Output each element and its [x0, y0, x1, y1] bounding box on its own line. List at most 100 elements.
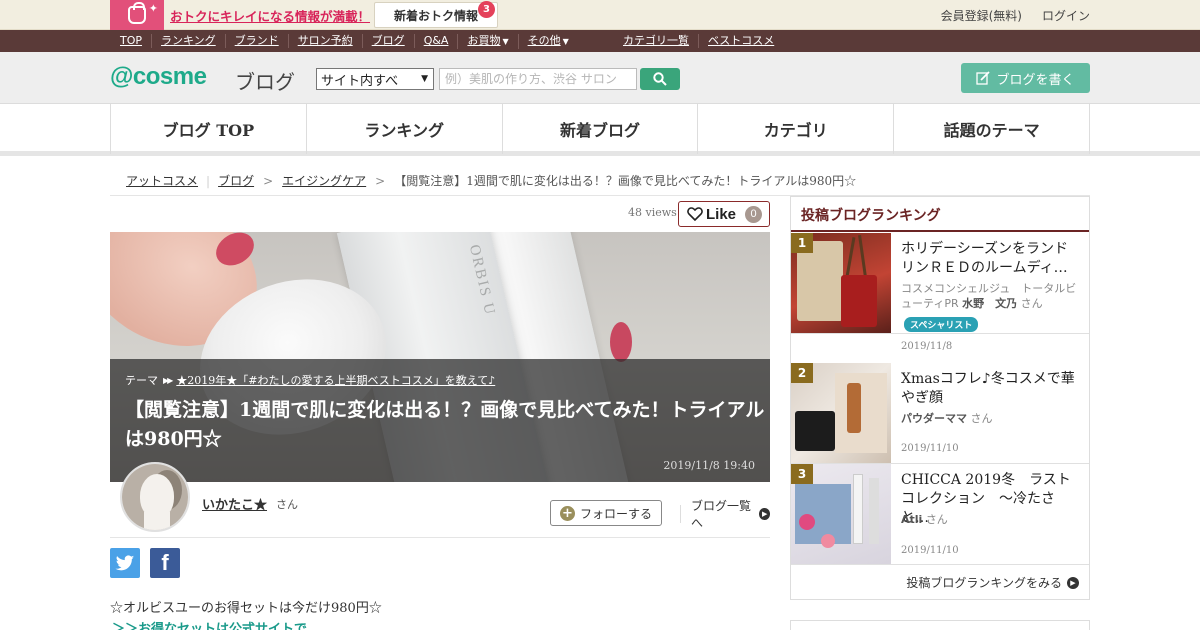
author-row: いかたこ★ さん + フォローする ブログ一覧へ ▶ — [110, 462, 770, 538]
ranking-author: パウダーママ さん — [901, 411, 993, 426]
promo-link[interactable]: おトクにキレイになる情報が満載！ — [170, 6, 370, 25]
logo-subtitle: ブログ — [235, 70, 295, 94]
specialist-badge: スペシャリスト — [904, 317, 979, 332]
nav-qa[interactable]: Q&A — [413, 34, 458, 48]
blog-list-label: ブログ一覧へ — [691, 499, 752, 530]
blog-nav: ブログ TOP ランキング 新着ブログ カテゴリ 話題のテーマ — [0, 104, 1200, 156]
theme-label: テーマ — [125, 374, 158, 387]
tab-ranking[interactable]: ランキング — [305, 104, 502, 154]
search-button[interactable] — [640, 68, 680, 90]
view-count: 48 views — [628, 206, 677, 219]
nav-other[interactable]: その他 ▼ — [517, 33, 578, 49]
write-blog-label: ブログを書く — [996, 72, 1075, 88]
nav-ranking[interactable]: ランキング — [151, 34, 225, 48]
nav-other-label: その他 — [527, 33, 561, 47]
nav-blog[interactable]: ブログ — [361, 34, 414, 48]
ranking-thumbnail[interactable]: 3 — [791, 464, 891, 564]
plus-icon: + — [559, 505, 575, 521]
rank-number: 3 — [791, 464, 813, 484]
breadcrumb-current: 【閲覧注意】1週間で肌に変化は出る！？画像で見比べてみた！トライアルは980円☆ — [394, 174, 857, 188]
ranking-thumbnail[interactable]: 1 — [791, 233, 891, 333]
site-header: @cosme ブログ サイト内すべ ▼ ブログを書く — [0, 52, 1200, 104]
facebook-icon: f — [161, 550, 169, 575]
ranking-title[interactable]: Xmasコフレ♪冬コスメで華やぎ顔 — [901, 370, 1081, 408]
article-body-link[interactable]: ＞＞お得なセットは公式サイトで — [112, 618, 307, 630]
ranking-author: コスメコンシェルジュ トータルビューティPR 水野 文乃 さん — [901, 281, 1081, 311]
promo-bar: ✦ おトクにキレイになる情報が満載！ 新着おトク情報 3 会員登録(無料) ログ… — [0, 0, 1200, 30]
facebook-share-button[interactable]: f — [150, 548, 180, 578]
nav-shopping[interactable]: お買物 ▼ — [457, 33, 517, 49]
search-scope-value: サイト内すべ — [321, 73, 399, 89]
global-nav: TOP ランキング ブランド サロン予約 ブログ Q&A お買物 ▼ その他 ▼ カ… — [0, 30, 1200, 52]
ranking-author-name: パウダーママ — [901, 412, 967, 425]
ranking-thumbnail[interactable]: 2 — [791, 363, 891, 463]
blog-list-link[interactable]: ブログ一覧へ ▶ — [680, 499, 770, 530]
register-link[interactable]: 会員登録(無料) — [941, 7, 1022, 24]
avatar[interactable] — [120, 462, 190, 532]
nav-best-cosme[interactable]: ベストコスメ — [698, 34, 783, 48]
ranking-title[interactable]: ホリデーシーズンをランドリンＲＥＤのルームディ… — [901, 240, 1081, 278]
breadcrumb-separator: | — [206, 173, 211, 188]
author-suffix: さん — [276, 498, 298, 511]
ranking-heading: 投稿ブログランキング — [791, 197, 1089, 232]
write-blog-button[interactable]: ブログを書く — [961, 63, 1090, 93]
breadcrumb: アットコスメ | ブログ > エイジングケア > 【閲覧注意】1週間で肌に変化は… — [110, 166, 1090, 196]
new-deals-label: 新着おトク情報 — [394, 8, 479, 23]
nav-shopping-label: お買物 — [467, 33, 501, 47]
arrow-right-icon: ▶ — [759, 508, 770, 520]
arrow-right-icon: ▶ — [1067, 576, 1079, 589]
breadcrumb-separator: > — [375, 173, 386, 188]
breadcrumb-separator: > — [263, 173, 274, 188]
sidebar-next-panel — [790, 620, 1090, 630]
ranking-item[interactable]: 1 ホリデーシーズンをランドリンＲＥＤのルームディ… コスメコンシェルジュ トー… — [791, 233, 1089, 352]
nav-salon[interactable]: サロン予約 — [287, 34, 362, 48]
ranking-date: 2019/11/8 — [901, 341, 953, 352]
pencil-icon — [976, 71, 991, 85]
breadcrumb-item[interactable]: エイジングケア — [282, 172, 366, 189]
login-link[interactable]: ログイン — [1042, 7, 1090, 24]
ranking-more-link[interactable]: 投稿ブログランキングをみる ▶ — [906, 574, 1079, 591]
rank-number: 2 — [791, 363, 813, 383]
like-count: 0 — [745, 205, 763, 223]
author-name[interactable]: いかたこ★ — [202, 494, 267, 513]
article-body-text: ☆オルビスユーのお得セットは今だけ980円☆ — [110, 601, 382, 616]
ranking-author-name: 水野 文乃 — [962, 297, 1018, 310]
cosme-logo[interactable]: @cosme — [110, 63, 207, 91]
nav-top[interactable]: TOP — [110, 34, 151, 48]
tab-blog-top[interactable]: ブログ TOP — [110, 104, 306, 154]
follow-label: フォローする — [579, 506, 652, 521]
breadcrumb-item[interactable]: ブログ — [218, 172, 254, 189]
search-input[interactable] — [439, 68, 637, 90]
theme-link[interactable]: ★2019年★「#わたしの愛する上半期ベストコスメ」を教えて♪ — [176, 372, 495, 388]
like-label: Like — [706, 205, 737, 223]
ranking-more-label: 投稿ブログランキングをみる — [906, 576, 1062, 590]
blog-ranking-panel: 投稿ブログランキング 1 ホリデーシーズンをランドリンＲＥＤのルームディ… コス… — [790, 196, 1090, 600]
breadcrumb-item[interactable]: アットコスメ — [126, 172, 198, 189]
tab-new-blogs[interactable]: 新着ブログ — [501, 104, 698, 154]
ranking-date: 2019/11/10 — [901, 545, 959, 556]
ranking-author: Atli さん — [901, 512, 948, 527]
search-scope-select[interactable]: サイト内すべ ▼ — [316, 68, 434, 90]
ranking-item[interactable]: 2 Xmasコフレ♪冬コスメで華やぎ顔 パウダーママ さん 2019/11/10 — [791, 363, 1089, 464]
article-date: 2019/11/8 19:40 — [663, 459, 755, 472]
follow-button[interactable]: + フォローする — [550, 500, 662, 526]
double-arrow-icon: ▶▶ — [163, 375, 173, 385]
rank-number: 1 — [791, 233, 813, 253]
article-hero-image: ORBIS U テーマ ▶▶ ★2019年★「#わたしの愛する上半期ベストコスメ… — [110, 232, 770, 482]
theme-row: テーマ ▶▶ ★2019年★「#わたしの愛する上半期ベストコスメ」を教えて♪ — [125, 372, 495, 388]
ranking-author-suffix: さん — [970, 412, 993, 425]
tab-category[interactable]: カテゴリ — [697, 104, 893, 154]
new-deals-button[interactable]: 新着おトク情報 3 — [374, 1, 498, 28]
ranking-item[interactable]: 3 CHICCA 2019冬 ラストコレクション ～冷たさと… Atli さん … — [791, 464, 1089, 565]
nav-category-list[interactable]: カテゴリ一覧 — [613, 34, 698, 48]
nav-brand[interactable]: ブランド — [224, 34, 288, 48]
ranking-author-suffix: さん — [1020, 297, 1043, 310]
article-title: 【閲覧注意】1週間で肌に変化は出る！？画像で見比べてみた！トライアルは980円☆ — [125, 399, 765, 450]
shopping-bag-icon[interactable]: ✦ — [110, 0, 164, 30]
caret-down-icon: ▼ — [562, 36, 569, 46]
twitter-share-button[interactable] — [110, 548, 140, 578]
like-button[interactable]: Like 0 — [678, 201, 770, 227]
tab-themes[interactable]: 話題のテーマ — [893, 104, 1090, 154]
heart-icon — [687, 207, 703, 222]
search-icon — [653, 72, 667, 86]
